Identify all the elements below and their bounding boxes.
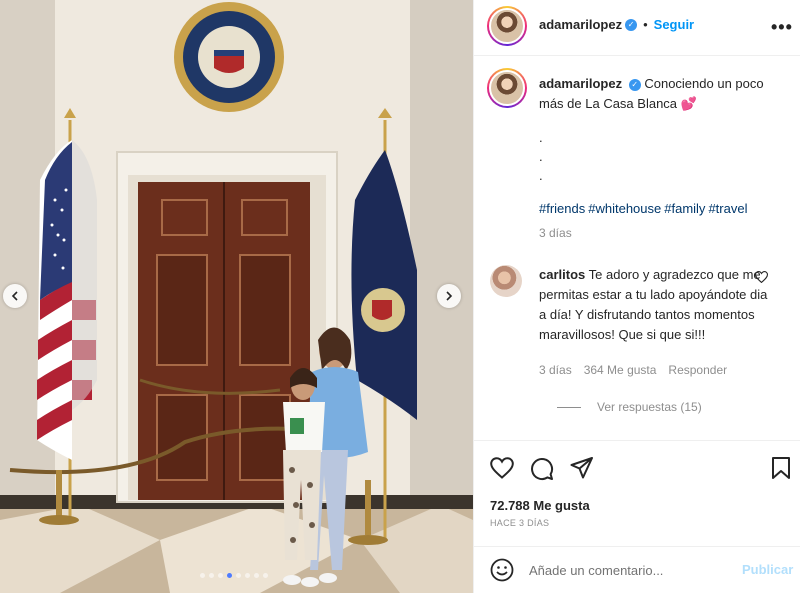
post-side-panel: adamarilopez ✓ • Seguir ••• adamarilopez… [473,0,800,593]
carousel-dot [263,573,268,578]
comment-timestamp[interactable]: 3 días [539,363,572,377]
chevron-left-icon [11,291,18,301]
post-header: adamarilopez ✓ • Seguir ••• [474,0,800,56]
comment-likes[interactable]: 364 Me gusta [584,363,657,377]
bookmark-icon[interactable] [771,457,791,479]
hashtag-link[interactable]: #friends [539,201,585,216]
author-avatar[interactable] [487,6,527,46]
comment-composer: Publicar [474,546,800,593]
carousel-dot [245,573,250,578]
hashtag-list: #friends #whitehouse #family #travel [539,201,750,216]
author-info: adamarilopez ✓ • Seguir [539,17,694,32]
hashtag-link[interactable]: #travel [708,201,747,216]
separator: • [643,17,648,32]
reply-button[interactable]: Responder [668,363,727,377]
chevron-right-icon [446,291,453,301]
previous-photo-button[interactable] [3,284,27,308]
caption-author-avatar[interactable] [487,68,527,108]
comment-text: carlitos Te adoro y agradezco que me per… [539,265,769,345]
caption-dot-line: . [539,149,543,164]
verified-badge-icon: ✓ [625,18,638,31]
likes-count[interactable]: 72.788 Me gusta [490,498,590,513]
replies-divider [557,406,581,408]
carousel-indicator [200,573,268,578]
comment-heart-icon[interactable] [755,271,768,283]
carousel-dot [209,573,214,578]
hashtag-link[interactable]: #family [664,201,705,216]
caption-timestamp[interactable]: 3 días [539,226,572,240]
comment-input[interactable] [529,560,729,580]
post-image [0,0,473,593]
post-photo [0,0,473,593]
heart-emoji: 💕 [680,96,697,111]
hashtag-link[interactable]: #whitehouse [588,201,661,216]
comment-meta: 3 días 364 Me gusta Responder [539,363,727,377]
carousel-dot [254,573,259,578]
caption-dot-line: . [539,130,543,145]
follow-button[interactable]: Seguir [654,17,694,32]
post-actions: 72.788 Me gusta HACE 3 DÍAS [474,440,800,540]
carousel-dot [218,573,223,578]
commenter-username[interactable]: carlitos [539,267,585,282]
post-date[interactable]: HACE 3 DÍAS [490,518,549,528]
emoji-icon[interactable] [490,558,514,582]
heart-icon[interactable] [490,457,514,479]
verified-badge-icon: ✓ [628,78,641,91]
send-icon[interactable] [570,457,594,479]
caption-username[interactable]: adamarilopez [539,76,622,91]
next-photo-button[interactable] [437,284,461,308]
carousel-dot [236,573,241,578]
more-options-icon[interactable]: ••• [771,18,793,36]
commenter-avatar[interactable] [490,265,522,297]
comment-icon[interactable] [530,457,554,481]
view-replies-button[interactable]: Ver respuestas (15) [557,400,702,414]
author-username[interactable]: adamarilopez [539,17,622,32]
carousel-dot [200,573,205,578]
caption-dots: . . . [539,128,543,185]
carousel-dot [227,573,232,578]
caption-dot-line: . [539,168,543,183]
view-replies-label: Ver respuestas (15) [597,400,702,414]
caption-text: adamarilopez ✓ Conociendo un poco más de… [539,74,789,114]
publish-button[interactable]: Publicar [742,562,793,577]
